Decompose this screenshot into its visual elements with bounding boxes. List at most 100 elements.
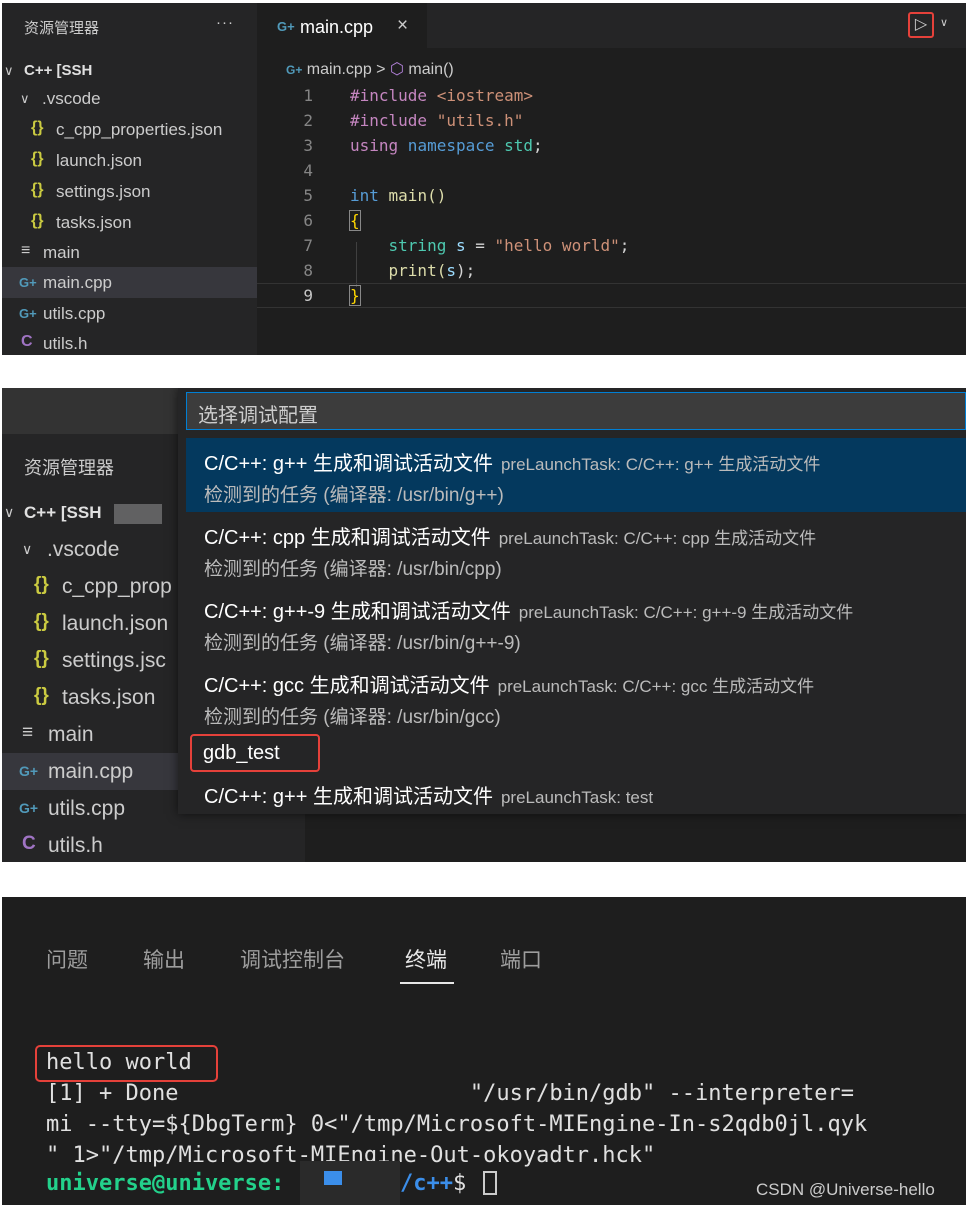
tree-folder-vscode[interactable]: ∨ .vscode xyxy=(2,83,257,114)
breadcrumb-symbol[interactable]: main() xyxy=(408,61,453,78)
code-line[interactable]: 4 xyxy=(257,158,966,183)
chevron-down-icon: ∨ xyxy=(4,504,15,520)
code-text: string s = "hello world"; xyxy=(350,236,630,255)
tree-item-utils-h[interactable]: C utils.h xyxy=(2,827,305,862)
chevron-down-icon: ∨ xyxy=(22,541,33,557)
tree-item-settings-json[interactable]: {} settings.json xyxy=(2,176,257,207)
code-line[interactable]: 6 { xyxy=(257,208,966,233)
active-tab-indicator xyxy=(400,982,454,984)
item-title: C/C++: g++ 生成和调试活动文件 xyxy=(204,453,493,475)
tab-terminal[interactable]: 终端 xyxy=(405,944,447,974)
file-label: utils.cpp xyxy=(43,304,106,323)
folder-label: .vscode xyxy=(47,538,120,561)
file-label: main.cpp xyxy=(43,273,112,292)
quick-pick-placeholder: 选择调试配置 xyxy=(198,405,318,427)
file-label: utils.h xyxy=(48,834,103,857)
chevron-down-icon: ∨ xyxy=(4,63,14,78)
code-text: int main() xyxy=(350,186,447,205)
tree-item-launch-json[interactable]: {} launch.json xyxy=(2,145,257,176)
line-number: 4 xyxy=(303,161,313,180)
tab-debug-console[interactable]: 调试控制台 xyxy=(240,944,345,974)
code-line[interactable]: 1 #include <iostream> xyxy=(257,83,966,108)
c-header-file-icon: C xyxy=(21,333,33,350)
tree-item-main[interactable]: ≡ main xyxy=(2,237,257,268)
breadcrumb-file[interactable]: main.cpp xyxy=(307,61,372,78)
json-file-icon: {} xyxy=(34,611,49,632)
breadcrumb-separator: > xyxy=(376,61,386,78)
item-detail: preLaunchTask: C/C++: g++ 生成活动文件 xyxy=(500,455,821,474)
line-number: 8 xyxy=(303,261,313,280)
cpp-file-icon: G+ xyxy=(277,19,295,34)
terminal-line: mi --tty=${DbgTerm} 0<"/tmp/Microsoft-MI… xyxy=(46,1112,868,1137)
tab-problems[interactable]: 问题 xyxy=(46,944,88,974)
terminal-panel: 问题 输出 调试控制台 终端 端口 hello world [1] + Done… xyxy=(2,897,966,1205)
root-folder-label: C++ [SSH xyxy=(24,62,93,79)
terminal-cursor xyxy=(483,1171,497,1195)
tree-item-main-cpp[interactable]: G+ main.cpp xyxy=(2,267,257,298)
cpp-file-icon: G+ xyxy=(19,800,39,816)
method-icon: ⬡ xyxy=(389,61,404,78)
close-icon[interactable]: × xyxy=(397,15,408,37)
line-number: 3 xyxy=(303,136,313,155)
code-line[interactable]: 8 print(s); xyxy=(257,258,966,283)
tab-output[interactable]: 输出 xyxy=(143,944,185,974)
binary-file-icon: ≡ xyxy=(22,722,34,743)
item-title: C/C++: g++ 生成和调试活动文件 xyxy=(204,786,493,808)
root-folder-label: C++ [SSH xyxy=(24,503,102,522)
file-label: tasks.json xyxy=(62,686,156,709)
tree-item-utils-cpp[interactable]: G+ utils.cpp xyxy=(2,298,257,329)
explorer-title: 资源管理器 xyxy=(24,458,114,478)
redacted-block xyxy=(300,1161,400,1205)
terminal-line: hello world xyxy=(46,1050,192,1075)
file-label: main xyxy=(48,723,94,746)
terminal-prompt[interactable]: universe@universe: xyxy=(46,1171,284,1196)
code-line[interactable]: 3 using namespace std; xyxy=(257,133,966,158)
file-label: settings.jsc xyxy=(62,649,166,672)
prompt-user: universe@universe: xyxy=(46,1171,285,1196)
quick-pick-item[interactable]: C/C++: g++ 生成和调试活动文件 preLaunchTask: test xyxy=(204,780,653,809)
tab-label: main.cpp xyxy=(300,17,374,37)
line-number: 6 xyxy=(303,211,313,230)
json-file-icon: {} xyxy=(31,150,44,167)
prompt-path: /c++ xyxy=(400,1171,453,1196)
code-line[interactable]: 5 int main() xyxy=(257,183,966,208)
run-debug-button[interactable]: ▷ xyxy=(908,12,934,38)
json-file-icon: {} xyxy=(34,574,49,595)
file-label: settings.json xyxy=(56,182,151,201)
cpp-file-icon: G+ xyxy=(19,306,37,321)
editor-panel: 资源管理器 ··· ∨ C++ [SSH ∨ .vscode {} c_cpp_… xyxy=(2,3,966,355)
line-number: 2 xyxy=(303,111,313,130)
tree-item-utils-h[interactable]: C utils.h xyxy=(2,328,257,355)
cpp-file-icon: G+ xyxy=(19,763,39,779)
line-number: 7 xyxy=(303,236,313,255)
cpp-file-icon: G+ xyxy=(19,275,37,290)
json-file-icon: {} xyxy=(34,685,49,706)
redacted-block xyxy=(324,1171,342,1185)
json-file-icon: {} xyxy=(31,212,44,229)
prompt-symbol: $ xyxy=(452,1171,467,1196)
quick-pick-item[interactable]: C/C++: gcc 生成和调试活动文件 preLaunchTask: C/C++… xyxy=(186,660,966,734)
item-title: C/C++: g++-9 生成和调试活动文件 xyxy=(204,601,511,623)
chevron-down-icon[interactable]: ∨ xyxy=(940,16,948,29)
quick-pick-item[interactable]: C/C++: g++ 生成和调试活动文件 preLaunchTask: C/C++… xyxy=(186,438,966,512)
file-label: c_cpp_properties.json xyxy=(56,120,223,139)
file-label: tasks.json xyxy=(56,213,132,232)
tree-item-c-cpp-properties[interactable]: {} c_cpp_properties.json xyxy=(2,114,257,145)
code-line-current[interactable]: 9 } xyxy=(257,283,966,308)
item-subtitle: 检测到的任务 (编译器: /usr/bin/g++-9) xyxy=(204,633,521,654)
quick-pick-item-gdb-test[interactable]: gdb_test xyxy=(203,742,280,765)
code-line[interactable]: 7 string s = "hello world"; xyxy=(257,233,966,258)
tree-root[interactable]: ∨ C++ [SSH xyxy=(2,55,257,86)
cpp-file-icon: G+ xyxy=(286,63,303,77)
code-text: #include "utils.h" xyxy=(350,111,524,130)
tree-item-tasks-json[interactable]: {} tasks.json xyxy=(2,207,257,238)
quick-pick-item[interactable]: C/C++: cpp 生成和调试活动文件 preLaunchTask: C/C++… xyxy=(186,512,966,586)
code-line[interactable]: 2 #include "utils.h" xyxy=(257,108,966,133)
quick-pick-item[interactable]: C/C++: g++-9 生成和调试活动文件 preLaunchTask: C/C… xyxy=(186,586,966,660)
breadcrumb: G+ main.cpp > ⬡ main() xyxy=(286,59,454,79)
code-text: print(s); xyxy=(350,261,476,280)
item-subtitle: 检测到的任务 (编译器: /usr/bin/cpp) xyxy=(204,559,502,580)
more-actions-icon[interactable]: ··· xyxy=(216,14,234,31)
tab-ports[interactable]: 端口 xyxy=(500,944,542,974)
chevron-down-icon: ∨ xyxy=(20,91,30,106)
